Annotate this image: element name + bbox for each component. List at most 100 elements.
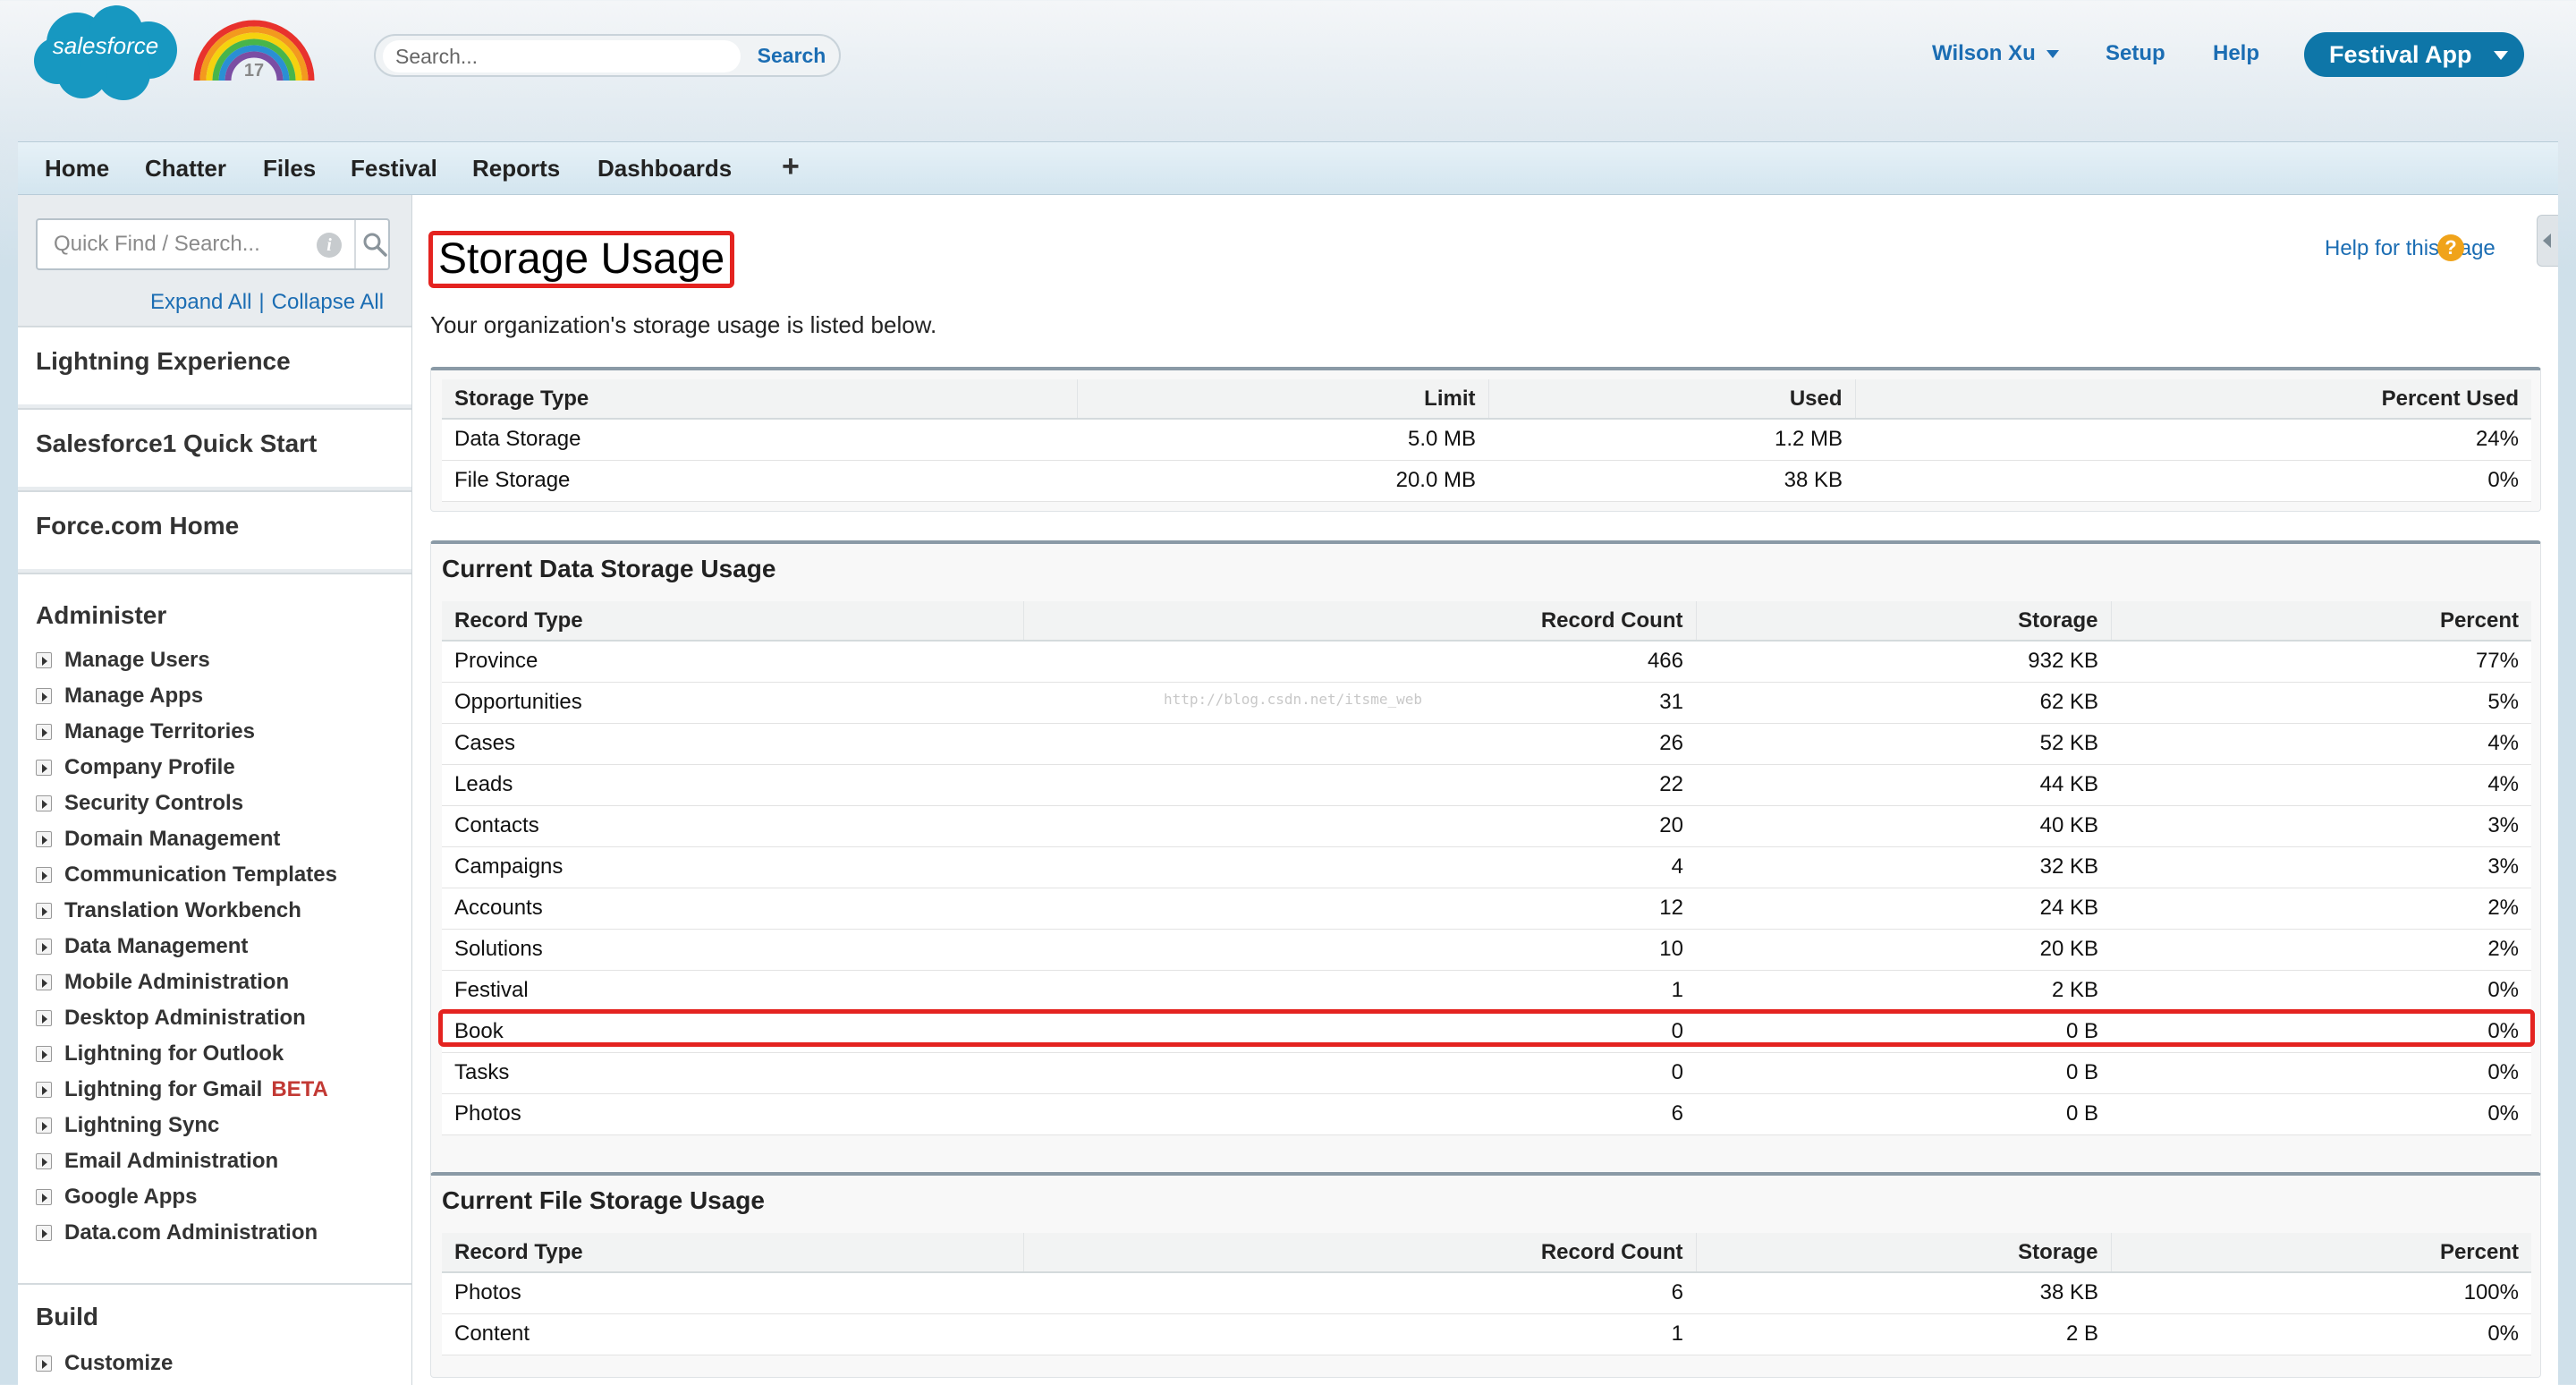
sidebar-item-communication-templates[interactable]: Communication Templates [36,862,337,891]
global-search-input[interactable] [383,40,741,72]
sidebar-item-data-management[interactable]: Data Management [36,934,248,963]
expand-icon[interactable] [36,1082,52,1098]
tab-festival[interactable]: Festival [351,155,437,183]
panel-title: Current File Storage Usage [442,1186,765,1214]
add-tab-button[interactable]: + [782,149,800,184]
cell: File Storage [442,460,1077,502]
cell: 5.0 MB [1077,419,1488,461]
sidebar-section-lightning-experience[interactable]: Lightning Experience [18,326,411,404]
expand-icon[interactable] [36,903,52,919]
table-row-highlighted: Book 0 0 B 0% [442,1011,2531,1053]
tab-chatter[interactable]: Chatter [145,155,226,183]
cell: 1 [1023,1313,1696,1355]
logo-text: salesforce [52,32,159,59]
sidebar-item-email-administration[interactable]: Email Administration [36,1149,278,1177]
sidebar-item-label: Desktop Administration [64,1006,306,1030]
cell: Cases [442,723,1023,765]
expand-icon[interactable] [36,974,52,990]
cell: 0 [1023,1052,1696,1094]
global-search-button[interactable]: Search [744,36,839,75]
table-row: Data Storage 5.0 MB 1.2 MB 24% [442,419,2531,461]
sidebar-item-google-apps[interactable]: Google Apps [36,1185,197,1213]
panel-title: Current Data Storage Usage [442,555,776,582]
link-separator: | [258,290,265,314]
tab-files[interactable]: Files [263,155,316,183]
sidebar-item-lightning-for-gmail[interactable]: Lightning for Gmail BETA [36,1077,328,1106]
cell: 1.2 MB [1488,419,1855,461]
expand-icon[interactable] [36,795,52,811]
sidebar-item-company-profile[interactable]: Company Profile [36,755,235,784]
tab-home[interactable]: Home [45,155,109,183]
cell: 0% [2111,1052,2531,1094]
setup-link[interactable]: Setup [2106,41,2165,66]
administer-title: Administer [36,601,167,629]
cell: Campaigns [442,846,1023,888]
sidebar-section-salesforce1-quick-start[interactable]: Salesforce1 Quick Start [18,408,411,487]
sidebar-item-customize[interactable]: Customize [36,1351,173,1380]
tab-bar: Home Chatter Files Festival Reports Dash… [18,141,2558,195]
sidebar-item-manage-users[interactable]: Manage Users [36,648,210,676]
expand-icon[interactable] [36,939,52,955]
cell: 6 [1023,1093,1696,1135]
sidebar-item-lightning-for-outlook[interactable]: Lightning for Outlook [36,1041,284,1070]
expand-icon[interactable] [36,652,52,668]
expand-icon[interactable] [36,724,52,740]
sidebar-item-data-com-administration[interactable]: Data.com Administration [36,1220,318,1249]
collapse-all-link[interactable]: Collapse All [272,290,384,314]
table-row: Solutions 10 20 KB 2% [442,929,2531,971]
user-menu[interactable]: Wilson Xu [1932,41,2059,66]
cell: 2 B [1696,1313,2111,1355]
expand-icon[interactable] [36,867,52,883]
sidebar-item-label: Security Controls [64,791,244,815]
sidebar-item-security-controls[interactable]: Security Controls [36,791,243,820]
cell: 100% [2111,1272,2531,1314]
expand-icon[interactable] [36,688,52,704]
info-icon[interactable]: i [317,233,342,258]
sidebar-item-desktop-administration[interactable]: Desktop Administration [36,1006,306,1034]
search-icon[interactable] [361,231,388,258]
expand-icon[interactable] [36,760,52,776]
divider [18,1283,411,1285]
salesforce-logo[interactable]: salesforce [30,2,181,104]
expand-icon[interactable] [36,1189,52,1205]
expand-icon[interactable] [36,1046,52,1062]
expand-icon[interactable] [36,1117,52,1134]
cell: 38 KB [1696,1272,2111,1314]
collapse-sidebar-handle[interactable] [2537,215,2558,267]
cell: 6 [1023,1272,1696,1314]
cell: 10 [1023,929,1696,971]
tab-reports[interactable]: Reports [472,155,560,183]
sidebar-item-manage-apps[interactable]: Manage Apps [36,684,203,712]
sidebar-item-label: Google Apps [64,1185,198,1209]
cell: 0 [1023,1011,1696,1053]
file-storage-table: Record Type Record Count Storage Percent… [442,1233,2531,1355]
sidebar-item-domain-management[interactable]: Domain Management [36,827,280,855]
cell: 5% [2111,682,2531,724]
sidebar-item-label: Email Administration [64,1149,279,1173]
app-switcher-button[interactable]: Festival App [2304,32,2524,77]
help-for-page-link[interactable]: Help for this Page [2325,236,2496,261]
expand-all-link[interactable]: Expand All [150,290,251,314]
cell: 32 KB [1696,846,2111,888]
help-icon[interactable]: ? [2437,234,2464,261]
cell: 20 KB [1696,929,2111,971]
sidebar-item-lightning-sync[interactable]: Lightning Sync [36,1113,219,1142]
table-row: Cases 26 52 KB 4% [442,723,2531,765]
cell: 20.0 MB [1077,460,1488,502]
expand-icon[interactable] [36,1153,52,1169]
sidebar-item-manage-territories[interactable]: Manage Territories [36,719,255,748]
expand-icon[interactable] [36,1225,52,1241]
cell: 44 KB [1696,764,2111,806]
section-title: Lightning Experience [36,347,291,375]
column-header: Percent [2111,601,2531,642]
expand-icon[interactable] [36,1010,52,1026]
sidebar-section-force-home[interactable]: Force.com Home [18,490,411,569]
sidebar-item-translation-workbench[interactable]: Translation Workbench [36,898,301,927]
expand-icon[interactable] [36,831,52,847]
expand-icon[interactable] [36,1355,52,1372]
cell: Leads [442,764,1023,806]
help-link[interactable]: Help [2213,41,2259,66]
sidebar-item-mobile-administration[interactable]: Mobile Administration [36,970,289,998]
quick-find-input[interactable] [38,220,333,268]
tab-dashboards[interactable]: Dashboards [597,155,732,183]
